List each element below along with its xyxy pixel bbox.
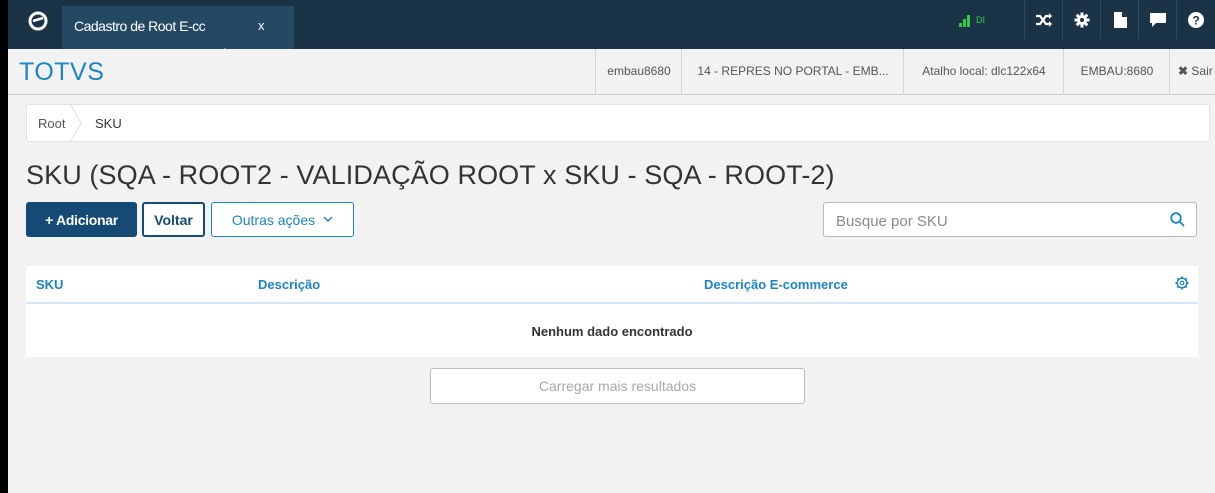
breadcrumb-root[interactable]: Root <box>38 116 65 131</box>
svg-text:?: ? <box>1192 13 1199 27</box>
add-button[interactable]: + Adicionar <box>26 202 137 237</box>
chat-icon <box>1150 12 1166 27</box>
shuffle-icon <box>1036 12 1052 27</box>
tab-close-button[interactable]: x <box>258 18 265 33</box>
column-header-sku[interactable]: SKU <box>36 277 63 292</box>
signal-label: DI <box>976 14 985 25</box>
chevron-down-icon <box>323 216 333 223</box>
breadcrumb-current: SKU <box>95 116 122 131</box>
shortcut-info[interactable]: Atalho local: dlc122x64 <box>903 49 1064 94</box>
column-header-ecommerce-description[interactable]: Descrição E-commerce <box>704 277 848 292</box>
header-bar: TOTVS embau8680 14 - REPRES NO PORTAL - … <box>8 49 1215 95</box>
search-box <box>823 202 1197 237</box>
page-title: SKU (SQA - ROOT2 - VALIDAÇÃO ROOT x SKU … <box>26 160 835 190</box>
logout-button[interactable]: ✖ Sair <box>1169 49 1215 94</box>
other-actions-label: Outras ações <box>231 211 316 228</box>
breadcrumb-separator <box>70 105 82 141</box>
user-info[interactable]: embau8680 <box>595 49 682 94</box>
signal-icon <box>959 14 970 27</box>
connection-status[interactable]: DI <box>949 0 995 39</box>
column-header-description[interactable]: Descrição <box>258 277 320 292</box>
sku-table: SKU Descrição Descrição E-commerce Nenhu… <box>26 266 1198 357</box>
app-logo-icon[interactable] <box>28 11 48 31</box>
help-button[interactable]: ? <box>1176 0 1215 39</box>
document-icon <box>1113 11 1127 28</box>
empty-message: Nenhum dado encontrado <box>531 324 693 339</box>
breadcrumb: Root SKU <box>26 104 1210 142</box>
search-icon[interactable] <box>1170 212 1185 227</box>
tab-title: Cadastro de Root E-cc <box>74 18 206 34</box>
other-actions-dropdown[interactable]: Outras ações <box>211 202 354 237</box>
tab-cadastro-root[interactable]: Cadastro de Root E-cc x <box>62 6 294 55</box>
search-input[interactable] <box>834 208 1158 234</box>
back-button[interactable]: Voltar <box>142 202 205 237</box>
close-icon: ✖ <box>1178 64 1189 78</box>
logout-label: Sair <box>1191 64 1213 78</box>
server-info[interactable]: EMBAU:8680 <box>1063 49 1170 94</box>
table-header: SKU Descrição Descrição E-commerce <box>26 266 1198 304</box>
company-info[interactable]: 14 - REPRES NO PORTAL - EMB... <box>681 49 904 94</box>
shuffle-button[interactable] <box>1024 0 1063 39</box>
chat-button[interactable] <box>1138 0 1177 39</box>
load-more-button[interactable]: Carregar mais resultados <box>430 368 805 404</box>
help-icon: ? <box>1188 11 1204 28</box>
top-bar: Cadastro de Root E-cc x DI ? <box>8 0 1215 55</box>
document-button[interactable] <box>1100 0 1139 39</box>
settings-icon[interactable] <box>1175 276 1189 290</box>
settings-button[interactable] <box>1062 0 1101 39</box>
gear-icon <box>1074 12 1090 27</box>
brand-logo[interactable]: TOTVS <box>19 58 104 87</box>
window-edge <box>0 0 8 493</box>
